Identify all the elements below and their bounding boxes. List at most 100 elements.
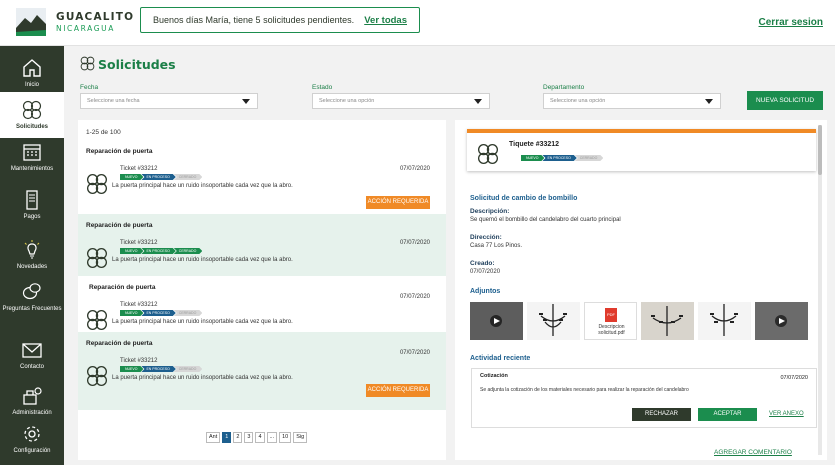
sidebar-item-label: Solicitudes	[15, 124, 48, 130]
status-filter: Estado Seleccione una opción	[312, 84, 490, 109]
ticket-subject: Solicitud de cambio de bombillo	[470, 195, 577, 202]
activity-section: Actividad reciente	[470, 355, 530, 362]
activity-date: 07/07/2020	[780, 375, 808, 381]
logout-link[interactable]: Cerrar sesion	[759, 17, 823, 28]
date-select[interactable]: Seleccione una fecha	[80, 93, 258, 109]
activity-description: Se adjunta la cotización de los material…	[480, 387, 689, 393]
step-nuevo: NUEVO	[120, 366, 143, 372]
ticket-description: La puerta principal hace un ruido insopo…	[112, 257, 293, 263]
brand-line2: NICARAGUA	[56, 23, 115, 33]
ticket-detail-header: Tiquete #33212 NUEVO EN PROCESO CERRADO	[467, 129, 816, 171]
sidebar-item-inicio[interactable]: Inicio	[0, 52, 64, 92]
brand-line1: GUACALITO	[56, 11, 135, 23]
date-filter: Fecha Seleccione una fecha	[80, 84, 258, 109]
sidebar-item-pagos[interactable]: Pagos	[0, 190, 64, 230]
department-select[interactable]: Seleccione una opción	[543, 93, 721, 109]
page-title-text: Solicitudes	[98, 57, 176, 72]
play-icon	[775, 315, 787, 327]
sidebar-item-contacto[interactable]: Contacto	[0, 340, 64, 380]
page-2[interactable]: 2	[233, 432, 243, 443]
detail-scroll-thumb[interactable]	[818, 125, 822, 175]
add-comment-link[interactable]: AGREGAR COMENTARIO	[714, 449, 792, 456]
sidebar-item-administracion[interactable]: Administración	[0, 386, 64, 426]
filter-label: Departamento	[543, 84, 585, 91]
requests-icon	[80, 56, 95, 71]
sidebar-item-label: Novedades	[16, 264, 48, 270]
results-count: 1-25 de 100	[86, 129, 121, 136]
step-cerrado: CERRADO	[174, 366, 203, 372]
attachment-image[interactable]	[527, 302, 580, 340]
status-stepper: NUEVO EN PROCESO CERRADO	[120, 174, 200, 180]
faq-icon	[22, 283, 41, 300]
ticket-description: La puerta principal hace un ruido insopo…	[112, 183, 293, 189]
attachment-video[interactable]	[470, 302, 523, 340]
sidebar-item-novedades[interactable]: Novedades	[0, 240, 64, 280]
status-stepper: NUEVO EN PROCESO CERRADO	[521, 155, 601, 161]
chandelier-icon	[651, 306, 683, 336]
admin-icon	[23, 387, 42, 405]
mail-icon	[22, 343, 42, 358]
select-placeholder: Seleccione una fecha	[87, 98, 140, 104]
ticket-number: Ticket #33212	[120, 240, 158, 246]
sidebar-item-configuracion[interactable]: Configuración	[0, 424, 64, 464]
step-nuevo: NUEVO	[120, 248, 143, 254]
requests-list: 1-25 de 100 Reparación de puerta Ticket …	[78, 120, 446, 460]
sidebar-item-label: Contacto	[19, 364, 44, 370]
ticket-number: Ticket #33212	[120, 166, 158, 172]
filter-label: Fecha	[80, 84, 99, 91]
requests-icon	[86, 173, 108, 195]
step-nuevo: NUEVO	[120, 310, 143, 316]
page-ellipsis: ...	[266, 432, 278, 443]
status-stepper: NUEVO EN PROCESO CERRADO	[120, 366, 200, 372]
page-next[interactable]: Sig	[293, 432, 308, 443]
requests-icon	[477, 143, 499, 165]
sidebar-item-preguntas-frecuentes[interactable]: Preguntas Frecuentes	[0, 282, 64, 330]
action-required-button[interactable]: ACCIÓN REQUERIDA	[366, 196, 430, 209]
sidebar-item-mantenimientos[interactable]: Mantenimientos	[0, 142, 64, 182]
department-filter: Departamento Seleccione una opción	[543, 84, 721, 109]
select-placeholder: Seleccione una opción	[319, 98, 375, 104]
attachment-pdf[interactable]: PDF Descripcion solicitud.pdf	[584, 302, 637, 340]
attachment-video[interactable]	[755, 302, 808, 340]
attachment-image[interactable]	[698, 302, 751, 340]
list-item[interactable]: Reparación de puerta Ticket #33212 07/07…	[78, 140, 446, 214]
page-prev[interactable]: Ant	[206, 432, 221, 443]
requests-icon	[86, 247, 108, 269]
home-icon	[23, 59, 41, 77]
page-1[interactable]: 1	[222, 432, 232, 443]
step-cerrado: CERRADO	[575, 155, 604, 161]
attachment-image[interactable]	[641, 302, 694, 340]
step-en-proceso: EN PROCESO	[542, 155, 576, 161]
page-4[interactable]: 4	[255, 432, 265, 443]
new-request-button[interactable]: NUEVA SOLICITUD	[747, 91, 823, 110]
accept-button[interactable]: ACEPTAR	[698, 408, 757, 421]
activity-title: Cotización	[480, 373, 508, 379]
list-item[interactable]: Reparación de puerta Ticket #33212 07/07…	[78, 332, 446, 410]
action-required-button[interactable]: ACCIÓN REQUERIDA	[366, 384, 430, 397]
pending-notice: Buenos días María, tiene 5 solicitudes p…	[140, 7, 420, 33]
page-3[interactable]: 3	[244, 432, 254, 443]
sidebar-item-label: Inicio	[24, 82, 39, 88]
list-item[interactable]: Reparación de puerta Ticket #33212 07/07…	[78, 214, 446, 276]
list-item[interactable]: Reparación de puerta Ticket #33212 07/07…	[78, 276, 446, 332]
ticket-title: Reparación de puerta	[89, 284, 156, 291]
ticket-title: Reparación de puerta	[86, 222, 153, 229]
activity-label: Actividad reciente	[470, 355, 531, 362]
ticket-number: Ticket #33212	[120, 358, 158, 364]
step-en-proceso: EN PROCESO	[141, 310, 175, 316]
ticket-title: Reparación de puerta	[86, 148, 153, 155]
caret-down-icon	[474, 99, 482, 104]
status-select[interactable]: Seleccione una opción	[312, 93, 490, 109]
reject-button[interactable]: RECHAZAR	[632, 408, 691, 421]
sidebar-item-solicitudes[interactable]: Solicitudes	[0, 92, 64, 138]
view-all-link[interactable]: Ver todas	[364, 15, 407, 26]
page-10[interactable]: 10	[279, 432, 292, 443]
notice-message: Buenos días María, tiene 5 solicitudes p…	[153, 15, 355, 25]
ticket-description: La puerta principal hace un ruido insopo…	[112, 319, 293, 325]
created-label: Creado:	[470, 260, 495, 267]
created-value: 07/07/2020	[470, 269, 501, 275]
description-label: Descripción:	[470, 208, 510, 215]
description-section: Descripción: Se quemó el bombillo del ca…	[470, 208, 621, 223]
view-annex-link[interactable]: VER ANEXO	[769, 411, 804, 417]
sidebar-item-label: Configuración	[13, 448, 51, 454]
